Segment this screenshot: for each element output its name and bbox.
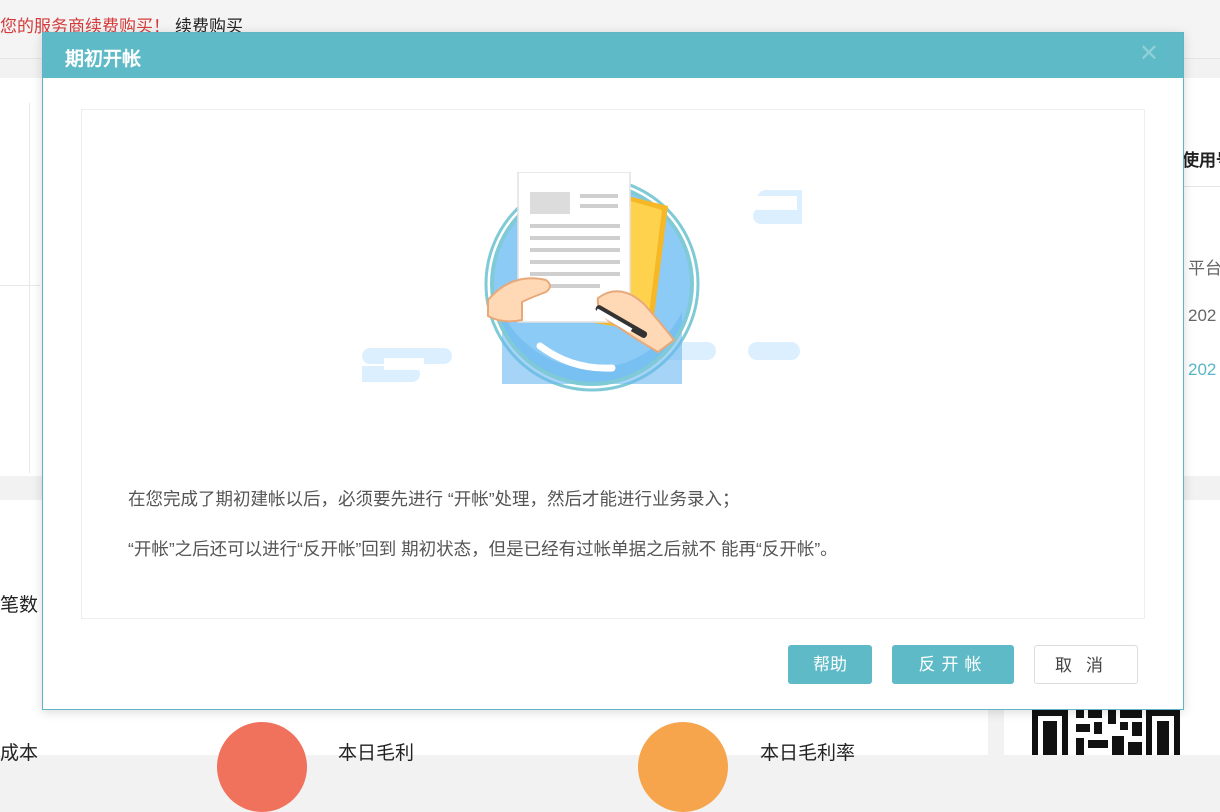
account-info-header: 使用号 [1182,151,1220,170]
divider [0,285,40,286]
signing-document-illustration [362,172,802,392]
dialog-header: 期初开帐 ✕ [43,33,1183,78]
stat-label-count: 笔数 [0,595,39,616]
unopen-account-button[interactable]: 反开帐 [892,645,1014,684]
dialog-title: 期初开帐 [65,49,142,70]
stat-label-profit-rate: 本日毛利率 [760,743,856,764]
profit-icon [217,722,307,812]
account-info-row: 平台 [1188,259,1220,278]
help-button[interactable]: 帮助 [788,645,872,684]
stat-label-cost: 成本 [0,743,39,764]
qr-code-icon [1032,710,1180,755]
dialog-message-line-1: 在您完成了期初建帐以后，必须要先进行 “开帐”处理，然后才能进行业务录入； [128,489,740,509]
stat-label-profit: 本日毛利 [338,743,415,764]
close-icon[interactable]: ✕ [1139,39,1159,69]
profit-rate-icon [638,722,728,812]
dialog-content: 在您完成了期初建帐以后，必须要先进行 “开帐”处理，然后才能进行业务录入； “开… [81,109,1145,619]
opening-account-dialog: 期初开帐 ✕ 在您完成了期初建帐以后，必须要先进行 “开帐”处理，然后才能进行业… [42,32,1184,710]
cancel-button[interactable]: 取消 [1034,645,1138,684]
divider [29,103,30,473]
dialog-message-line-2: “开帐”之后还可以进行“反开帐”回到 期初状态，但是已经有过帐单据之后就不 能再… [128,539,838,559]
account-info-link[interactable]: 202 [1188,360,1216,380]
account-info-row: 202 [1188,306,1217,325]
